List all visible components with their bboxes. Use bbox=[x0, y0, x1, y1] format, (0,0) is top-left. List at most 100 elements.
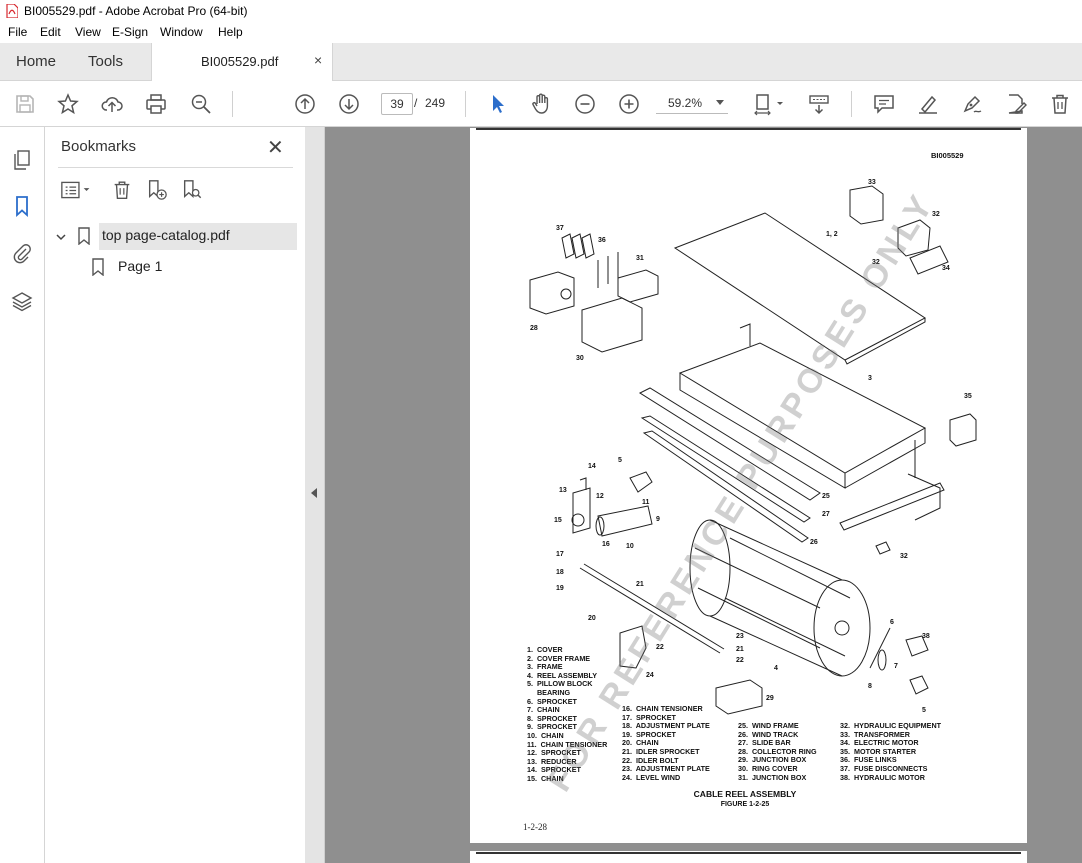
zoom-in-icon[interactable] bbox=[616, 91, 642, 117]
callout-3: 3 bbox=[868, 375, 872, 382]
callout-13: 13 bbox=[559, 487, 567, 494]
close-tab-icon[interactable]: × bbox=[314, 52, 322, 68]
bookmarks-panel-title: Bookmarks bbox=[61, 138, 137, 155]
zoom-value: 59.2% bbox=[668, 96, 703, 110]
tab-tools[interactable]: Tools bbox=[88, 53, 123, 70]
menu-window[interactable]: Window bbox=[160, 25, 203, 39]
bookmark-options-icon[interactable] bbox=[58, 177, 98, 203]
callout-32c: 32 bbox=[900, 553, 908, 560]
callout-33: 33 bbox=[868, 179, 876, 186]
toolbar-separator bbox=[465, 91, 466, 117]
new-bookmark-icon[interactable] bbox=[144, 177, 170, 203]
chevron-down-icon[interactable] bbox=[55, 231, 67, 243]
toolbar-separator bbox=[851, 91, 852, 117]
callout-19: 19 bbox=[556, 585, 564, 592]
pdf-page[interactable]: BI005529 33 1, 2 32 37 36 31 32 34 28 30… bbox=[470, 128, 1027, 843]
callout-18: 18 bbox=[556, 569, 564, 576]
tab-document[interactable]: BI005529.pdf × bbox=[151, 43, 333, 81]
menu-esign[interactable]: E-Sign bbox=[112, 25, 148, 39]
bookmark-label: Page 1 bbox=[118, 258, 163, 274]
save-icon[interactable] bbox=[12, 91, 38, 117]
next-page-icon[interactable] bbox=[336, 91, 362, 117]
callout-23: 23 bbox=[736, 633, 744, 640]
callout-5: 5 bbox=[618, 457, 622, 464]
page-footer-number: 1-2-28 bbox=[523, 822, 547, 832]
bookmark-icon bbox=[78, 227, 90, 245]
menu-edit[interactable]: Edit bbox=[40, 25, 61, 39]
left-navigation-rail bbox=[0, 127, 45, 863]
legend-column-3: 25. WIND FRAME 26. WIND TRACK 27. SLIDE … bbox=[738, 721, 817, 782]
callout-25: 25 bbox=[822, 493, 830, 500]
callout-29: 29 bbox=[766, 695, 774, 702]
callout-20: 20 bbox=[588, 615, 596, 622]
callout-21b: 21 bbox=[736, 646, 744, 653]
callout-9: 9 bbox=[656, 516, 660, 523]
zoom-search-icon[interactable] bbox=[188, 91, 214, 117]
callout-10: 10 bbox=[626, 543, 634, 550]
select-cursor-icon[interactable] bbox=[485, 91, 511, 117]
legend-column-4: 32. HYDRAULIC EQUIPMENT 33. TRANSFORMER … bbox=[840, 721, 942, 782]
sign-pen-icon[interactable] bbox=[959, 91, 985, 117]
callout-31: 31 bbox=[636, 255, 644, 262]
callout-34: 34 bbox=[942, 265, 950, 272]
panel-divider bbox=[58, 167, 293, 168]
tab-document-label: BI005529.pdf bbox=[201, 54, 279, 69]
callout-35: 35 bbox=[964, 393, 972, 400]
zoom-dropdown[interactable]: 59.2% bbox=[656, 93, 728, 114]
scroll-mode-icon[interactable] bbox=[806, 91, 832, 117]
menu-help[interactable]: Help bbox=[218, 25, 243, 39]
previous-page-icon[interactable] bbox=[292, 91, 318, 117]
bookmark-item-top-page-catalog[interactable]: top page-catalog.pdf bbox=[55, 223, 298, 250]
menu-view[interactable]: View bbox=[75, 25, 101, 39]
toolbar-separator bbox=[232, 91, 233, 117]
callout-8: 8 bbox=[868, 683, 872, 690]
callout-21: 21 bbox=[636, 581, 644, 588]
bookmark-item-page-1[interactable]: Page 1 bbox=[91, 256, 291, 280]
menu-file[interactable]: File bbox=[8, 25, 27, 39]
callout-1-2: 1, 2 bbox=[826, 231, 838, 238]
panel-collapse-handle[interactable] bbox=[305, 127, 325, 863]
edit-pdf-icon[interactable] bbox=[1003, 91, 1029, 117]
delete-bookmark-icon[interactable] bbox=[109, 177, 135, 203]
callout-22b: 22 bbox=[736, 657, 744, 664]
zoom-out-icon[interactable] bbox=[572, 91, 598, 117]
callout-12: 12 bbox=[596, 493, 604, 500]
callout-28: 28 bbox=[530, 325, 538, 332]
bookmark-label: top page-catalog.pdf bbox=[102, 227, 230, 243]
page-fit-icon[interactable] bbox=[750, 91, 788, 117]
callout-27: 27 bbox=[822, 511, 830, 518]
delete-trash-icon[interactable] bbox=[1047, 91, 1073, 117]
title-bar: BI005529.pdf - Adobe Acrobat Pro (64-bit… bbox=[0, 0, 1082, 22]
highlight-pen-icon[interactable] bbox=[915, 91, 941, 117]
bookmark-icon bbox=[92, 258, 104, 276]
page-thumbnails-icon[interactable] bbox=[9, 147, 35, 173]
star-icon[interactable] bbox=[55, 91, 81, 117]
pdf-next-page[interactable] bbox=[470, 851, 1027, 863]
find-bookmark-icon[interactable] bbox=[179, 177, 205, 203]
upload-cloud-icon[interactable] bbox=[99, 91, 125, 117]
callout-26: 26 bbox=[810, 539, 818, 546]
bookmark-panel-icon[interactable] bbox=[9, 193, 35, 219]
hand-tool-icon[interactable] bbox=[528, 91, 554, 117]
callout-16: 16 bbox=[602, 541, 610, 548]
layers-icon[interactable] bbox=[9, 288, 35, 314]
callout-11: 11 bbox=[642, 499, 650, 506]
figure-caption-title: CABLE REEL ASSEMBLY bbox=[693, 789, 797, 799]
tab-home[interactable]: Home bbox=[16, 53, 56, 70]
page-number-input[interactable]: 39 bbox=[381, 93, 413, 115]
print-icon[interactable] bbox=[143, 91, 169, 117]
callout-38: 38 bbox=[922, 633, 930, 640]
callout-7: 7 bbox=[894, 663, 898, 670]
acrobat-pdf-icon bbox=[6, 4, 18, 18]
collapse-arrow-icon bbox=[311, 488, 317, 498]
legend-column-2: 16. CHAIN TENSIONER 17. SPROCKET 18. ADJ… bbox=[622, 704, 710, 782]
window-title: BI005529.pdf - Adobe Acrobat Pro (64-bit… bbox=[24, 4, 248, 18]
chevron-down-icon bbox=[716, 100, 724, 105]
total-pages: 249 bbox=[425, 96, 446, 110]
callout-37: 37 bbox=[556, 225, 564, 232]
toolbar: 39 / 249 59.2% bbox=[0, 81, 1082, 127]
close-panel-icon[interactable]: ✕ bbox=[267, 135, 284, 160]
comment-icon[interactable] bbox=[871, 91, 897, 117]
attachments-paperclip-icon[interactable] bbox=[9, 240, 35, 266]
callout-5b: 5 bbox=[922, 707, 926, 714]
